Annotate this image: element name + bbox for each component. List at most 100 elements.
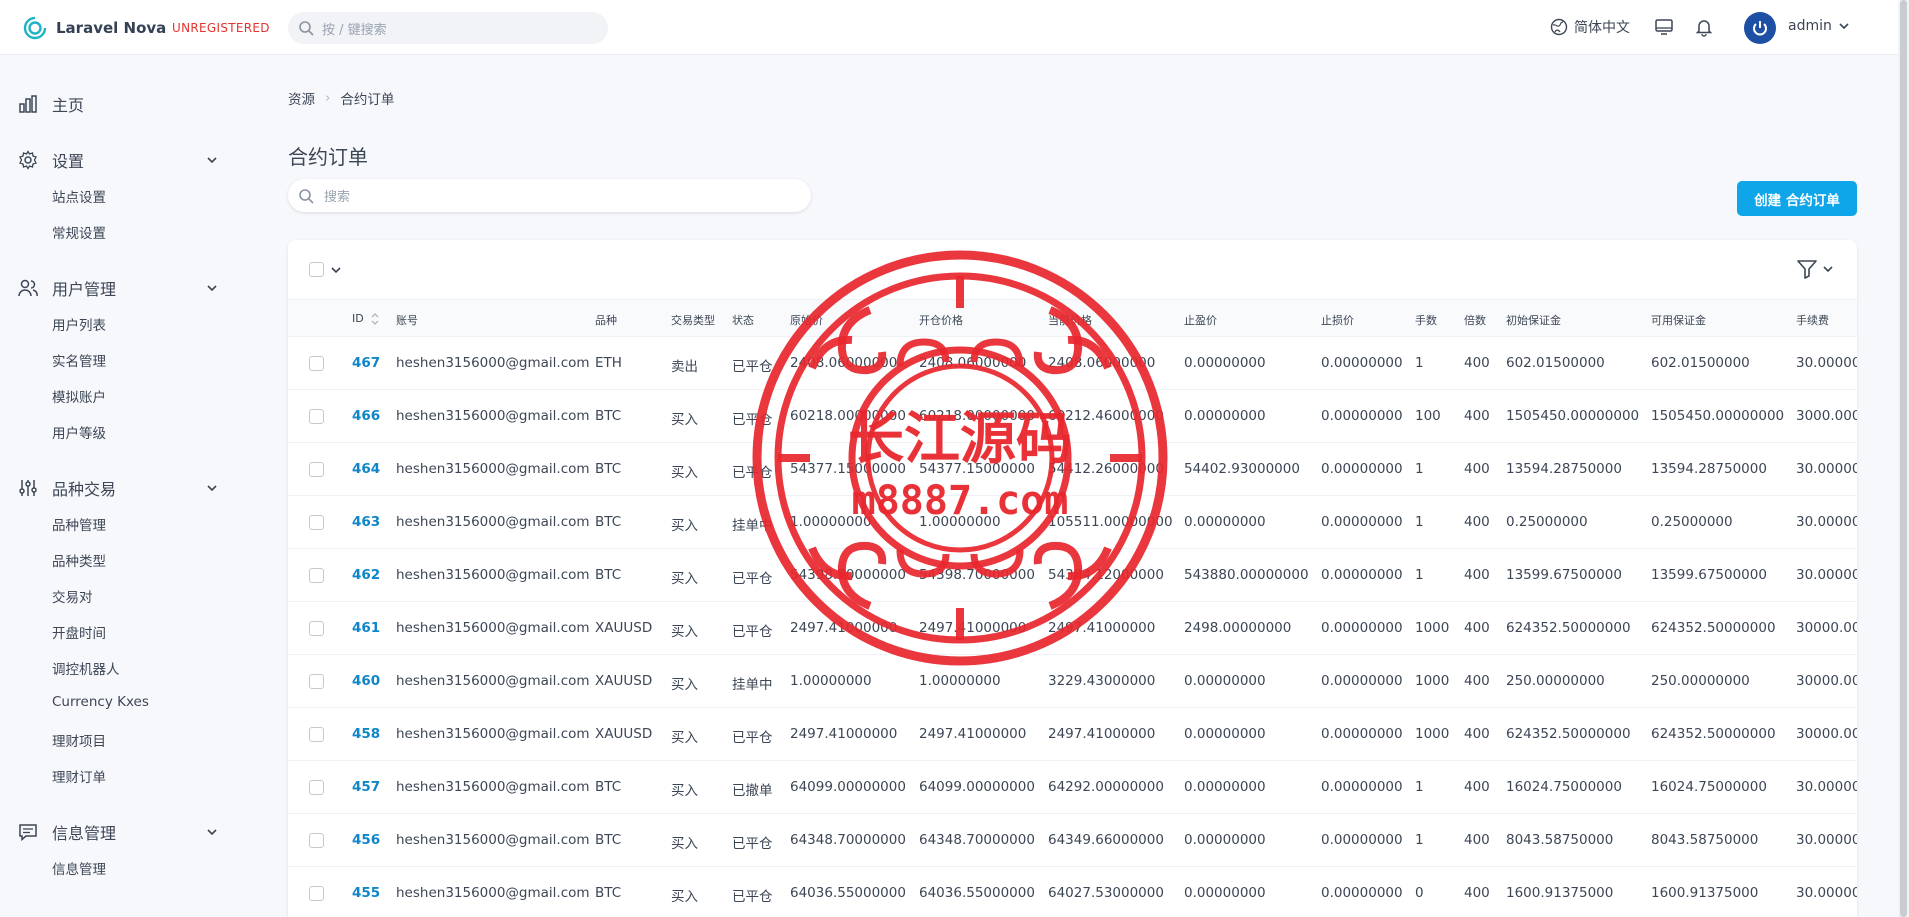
order-id-link[interactable]: 457 bbox=[352, 779, 380, 795]
sidebar-group-trading[interactable]: 品种交易 bbox=[18, 476, 116, 500]
table-row[interactable]: 455 heshen3156000@gmail.com BTC 买入 已平仓 64036.… bbox=[288, 867, 1857, 917]
order-id-link[interactable]: 456 bbox=[352, 832, 380, 848]
table-row[interactable]: 460 heshen3156000@gmail.com XAUUSD 买入 挂单中 1.0… bbox=[288, 655, 1857, 708]
chevron-down-icon[interactable] bbox=[206, 826, 218, 838]
sidebar-item-wealth-orders[interactable]: 理财订单 bbox=[52, 766, 106, 786]
bell-icon[interactable] bbox=[1694, 17, 1714, 37]
row-checkbox[interactable] bbox=[309, 674, 324, 689]
order-id-link[interactable]: 467 bbox=[352, 355, 380, 371]
select-all-control[interactable] bbox=[309, 262, 342, 277]
status-cell: 已平仓 bbox=[732, 730, 773, 746]
column-header-open-price: 开仓价格 bbox=[919, 314, 963, 327]
row-checkbox[interactable] bbox=[309, 833, 324, 848]
select-all-checkbox[interactable] bbox=[309, 262, 324, 277]
avatar[interactable] bbox=[1744, 12, 1776, 44]
table-row[interactable]: 461 heshen3156000@gmail.com XAUUSD 买入 已平仓 249… bbox=[288, 602, 1857, 655]
take-profit-cell: 0.00000000 bbox=[1184, 832, 1266, 848]
order-id-link[interactable]: 461 bbox=[352, 620, 380, 636]
resource-search[interactable]: 搜索 bbox=[288, 179, 811, 212]
current-price-cell: 2497.41000000 bbox=[1048, 620, 1156, 636]
scrollbar-thumb[interactable] bbox=[1900, 0, 1907, 917]
language-label: 简体中文 bbox=[1574, 20, 1630, 36]
table-row[interactable]: 467 heshen3156000@gmail.com ETH 卖出 已平仓 2408.0… bbox=[288, 337, 1857, 390]
initial-margin-cell: 1505450.00000000 bbox=[1506, 408, 1640, 424]
desktop-icon[interactable] bbox=[1654, 17, 1674, 37]
order-id-link[interactable]: 462 bbox=[352, 567, 380, 583]
sidebar-item-kyc[interactable]: 实名管理 bbox=[52, 350, 106, 370]
global-search[interactable]: 按 / 键搜索 bbox=[288, 12, 608, 44]
chevron-down-icon[interactable] bbox=[330, 264, 342, 276]
row-checkbox[interactable] bbox=[309, 409, 324, 424]
chevron-down-icon[interactable] bbox=[206, 482, 218, 494]
order-id-link[interactable]: 458 bbox=[352, 726, 380, 742]
multiplier-cell: 400 bbox=[1464, 673, 1490, 689]
sidebar-item-pairs[interactable]: 交易对 bbox=[52, 586, 93, 606]
chevron-down-icon[interactable] bbox=[206, 154, 218, 166]
chevron-down-icon[interactable] bbox=[206, 282, 218, 294]
sidebar-item-symbols[interactable]: 品种管理 bbox=[52, 514, 106, 534]
language-switcher[interactable]: 简体中文 bbox=[1550, 17, 1630, 37]
page-scrollbar[interactable] bbox=[1898, 0, 1909, 917]
row-checkbox[interactable] bbox=[309, 462, 324, 477]
sidebar-item-market-hours[interactable]: 开盘时间 bbox=[52, 622, 106, 642]
sidebar-item-wealth-projects[interactable]: 理财项目 bbox=[52, 730, 106, 750]
table-row[interactable]: 457 heshen3156000@gmail.com BTC 买入 已撤单 64099.… bbox=[288, 761, 1857, 814]
brand-name: Laravel Nova bbox=[56, 19, 167, 37]
table-row[interactable]: 463 heshen3156000@gmail.com BTC 买入 挂单中 1.0000… bbox=[288, 496, 1857, 549]
breadcrumb-resources[interactable]: 资源 bbox=[288, 88, 315, 108]
row-checkbox[interactable] bbox=[309, 621, 324, 636]
trade-type-cell: 买入 bbox=[671, 465, 698, 481]
available-margin-cell: 0.25000000 bbox=[1651, 514, 1733, 530]
breadcrumb-current: 合约订单 bbox=[340, 92, 395, 108]
row-checkbox[interactable] bbox=[309, 356, 324, 371]
row-checkbox[interactable] bbox=[309, 568, 324, 583]
user-menu[interactable]: admin bbox=[1788, 18, 1850, 34]
sidebar-item-general-settings[interactable]: 常规设置 bbox=[52, 222, 106, 242]
lots-cell: 1000 bbox=[1415, 620, 1450, 636]
current-price-cell: 3229.43000000 bbox=[1048, 673, 1156, 689]
order-id-link[interactable]: 463 bbox=[352, 514, 380, 530]
create-order-button[interactable]: 创建 合约订单 bbox=[1737, 181, 1857, 216]
globe-icon bbox=[1550, 18, 1568, 36]
take-profit-cell: 0.00000000 bbox=[1184, 355, 1266, 371]
sidebar: 主页 设置 站点设置 常规设置 用户管理 用户列表 实名管理 模拟账户 用户等级… bbox=[0, 56, 250, 917]
multiplier-cell: 400 bbox=[1464, 355, 1490, 371]
filter-menu[interactable] bbox=[1796, 258, 1834, 280]
sidebar-item-demo-accounts[interactable]: 模拟账户 bbox=[52, 386, 106, 406]
order-id-link[interactable]: 464 bbox=[352, 461, 380, 477]
table-row[interactable]: 458 heshen3156000@gmail.com XAUUSD 买入 已平仓 249… bbox=[288, 708, 1857, 761]
row-checkbox[interactable] bbox=[309, 780, 324, 795]
row-checkbox[interactable] bbox=[309, 727, 324, 742]
sidebar-item-home[interactable]: 主页 bbox=[18, 92, 84, 116]
row-checkbox[interactable] bbox=[309, 515, 324, 530]
table-row[interactable]: 456 heshen3156000@gmail.com BTC 买入 已平仓 64348.… bbox=[288, 814, 1857, 867]
table-row[interactable]: 464 heshen3156000@gmail.com BTC 买入 已平仓 54377.… bbox=[288, 443, 1857, 496]
row-checkbox[interactable] bbox=[309, 886, 324, 901]
sidebar-item-robots[interactable]: 调控机器人 bbox=[52, 658, 120, 678]
column-header-id[interactable]: ID bbox=[352, 312, 380, 326]
sidebar-group-messages[interactable]: 信息管理 bbox=[18, 820, 116, 844]
available-margin-cell: 13594.28750000 bbox=[1651, 461, 1767, 477]
open-price-cell: 1.00000000 bbox=[919, 673, 1001, 689]
status-cell: 已平仓 bbox=[732, 412, 773, 428]
order-id-link[interactable]: 466 bbox=[352, 408, 380, 424]
order-id-link[interactable]: 460 bbox=[352, 673, 380, 689]
table-row[interactable]: 462 heshen3156000@gmail.com BTC 买入 已平仓 54398.… bbox=[288, 549, 1857, 602]
table-row[interactable]: 466 heshen3156000@gmail.com BTC 买入 已平仓 60218.… bbox=[288, 390, 1857, 443]
lots-cell: 1 bbox=[1415, 832, 1424, 848]
sidebar-item-user-list[interactable]: 用户列表 bbox=[52, 314, 106, 334]
trade-type-cell: 卖出 bbox=[671, 359, 698, 375]
sidebar-item-symbol-types[interactable]: 品种类型 bbox=[52, 550, 106, 570]
sidebar-item-site-settings[interactable]: 站点设置 bbox=[52, 186, 106, 206]
sidebar-item-user-levels[interactable]: 用户等级 bbox=[52, 422, 106, 442]
sidebar-item-currency-kxes[interactable]: Currency Kxes bbox=[52, 694, 149, 710]
brand-logo[interactable]: Laravel Nova bbox=[22, 15, 166, 41]
sidebar-item-messages[interactable]: 信息管理 bbox=[52, 858, 106, 878]
sidebar-group-users[interactable]: 用户管理 bbox=[18, 276, 116, 300]
current-price-cell: 60212.46000000 bbox=[1048, 408, 1164, 424]
column-header-stop-loss: 止损价 bbox=[1321, 314, 1354, 327]
order-id-link[interactable]: 455 bbox=[352, 885, 380, 901]
sidebar-group-settings[interactable]: 设置 bbox=[18, 148, 84, 172]
initial-margin-cell: 1600.91375000 bbox=[1506, 885, 1614, 901]
symbol-cell: BTC bbox=[595, 779, 622, 795]
